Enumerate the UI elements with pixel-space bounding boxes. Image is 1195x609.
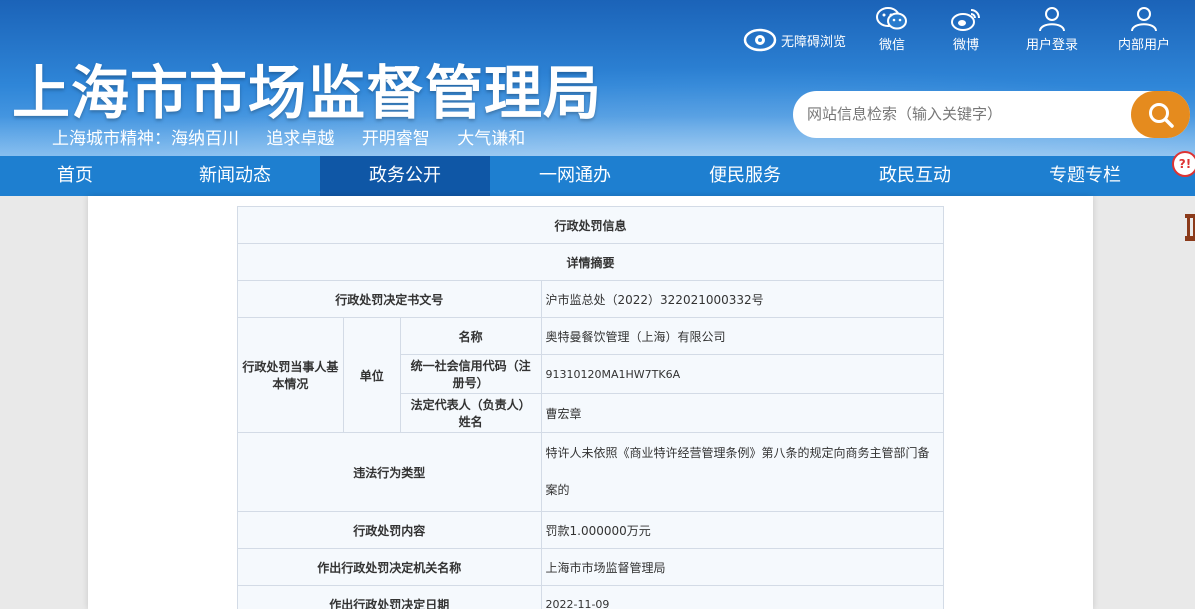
city-slogan: 上海城市精神：海纳百川 追求卓越 开明睿智 大气谦和 bbox=[52, 124, 547, 149]
nav-item-public-services[interactable]: 便民服务 bbox=[660, 156, 830, 196]
weibo-link[interactable]: 微博 bbox=[926, 6, 1006, 53]
nav-item-online-services[interactable]: 一网通办 bbox=[490, 156, 660, 196]
violation-type-value: 特许人未依照《商业特许经营管理条例》第八条的规定向商务主管部门备案的 bbox=[540, 432, 944, 512]
weibo-icon bbox=[951, 9, 980, 31]
nav-item-government-affairs[interactable]: 政务公开 bbox=[320, 156, 490, 196]
user-icon bbox=[1039, 7, 1065, 32]
table-summary-heading: 详情摘要 bbox=[237, 243, 944, 281]
penalty-label: 行政处罚内容 bbox=[237, 511, 542, 549]
slogan-part: 追求卓越 bbox=[266, 129, 335, 149]
credit-code-label: 统一社会信用代码（注册号） bbox=[399, 354, 542, 394]
eye-icon bbox=[743, 28, 777, 52]
search-box bbox=[793, 91, 1190, 138]
wechat-icon bbox=[876, 7, 907, 30]
nav-item-special-topics[interactable]: 专题专栏 bbox=[1000, 156, 1170, 196]
top-link-label: 用户登录 bbox=[1025, 38, 1078, 53]
penalty-info-table: 行政处罚信息 详情摘要 行政处罚决定书文号 沪市监总处（2022）3220210… bbox=[237, 206, 944, 609]
violation-type-label: 违法行为类型 bbox=[237, 432, 542, 512]
credit-code-value: 91310120MA1HW7TK6A bbox=[540, 354, 944, 394]
main-nav: 首页 新闻动态 政务公开 一网通办 便民服务 政民互动 专题专栏 bbox=[0, 156, 1195, 196]
name-value: 奥特曼餐饮管理（上海）有限公司 bbox=[540, 317, 944, 355]
date-value: 2022-11-09 bbox=[540, 585, 944, 609]
search-input[interactable] bbox=[807, 99, 1127, 129]
party-label: 行政处罚当事人基本情况 bbox=[237, 317, 344, 433]
authority-label: 作出行政处罚决定机关名称 bbox=[237, 548, 542, 586]
legal-rep-value: 曹宏章 bbox=[540, 393, 944, 433]
top-link-label: 微信 bbox=[878, 38, 905, 53]
internal-user-link[interactable]: 内部用户 bbox=[1104, 6, 1184, 53]
nav-item-home[interactable]: 首页 bbox=[0, 156, 150, 196]
table-title: 行政处罚信息 bbox=[237, 206, 944, 244]
accessibility-label: 无障碍浏览 bbox=[781, 34, 847, 50]
user-login-link[interactable]: 用户登录 bbox=[1012, 6, 1092, 53]
doc-no-value: 沪市监总处（2022）322021000332号 bbox=[540, 280, 944, 318]
building-icon[interactable] bbox=[1185, 210, 1195, 242]
date-label: 作出行政处罚决定日期 bbox=[237, 585, 542, 609]
wechat-link[interactable]: 微信 bbox=[852, 6, 932, 53]
nav-item-interaction[interactable]: 政民互动 bbox=[830, 156, 1000, 196]
site-title[interactable]: 上海市市场监督管理局 bbox=[12, 46, 602, 130]
search-icon bbox=[1148, 102, 1174, 128]
user-icon bbox=[1131, 7, 1157, 32]
doc-no-label: 行政处罚决定书文号 bbox=[237, 280, 542, 318]
help-icon: ?! bbox=[1178, 157, 1192, 171]
content-panel: 行政处罚信息 详情摘要 行政处罚决定书文号 沪市监总处（2022）3220210… bbox=[88, 196, 1093, 609]
unit-label: 单位 bbox=[342, 317, 401, 433]
slogan-part: 大气谦和 bbox=[457, 129, 526, 149]
top-link-label: 微博 bbox=[952, 38, 979, 53]
search-button[interactable] bbox=[1131, 91, 1190, 138]
top-link-label: 内部用户 bbox=[1117, 38, 1170, 53]
authority-value: 上海市市场监督管理局 bbox=[540, 548, 944, 586]
help-float-button[interactable]: ?! bbox=[1172, 151, 1195, 177]
slogan-part: 上海城市精神：海纳百川 bbox=[52, 129, 239, 149]
name-label: 名称 bbox=[399, 317, 542, 355]
slogan-part: 开明睿智 bbox=[361, 129, 430, 149]
nav-item-news[interactable]: 新闻动态 bbox=[150, 156, 320, 196]
site-header: 上海市市场监督管理局 上海城市精神：海纳百川 追求卓越 开明睿智 大气谦和 无障… bbox=[0, 0, 1195, 156]
legal-rep-label: 法定代表人（负责人）姓名 bbox=[399, 393, 542, 433]
penalty-value: 罚款1.000000万元 bbox=[540, 511, 944, 549]
accessibility-link[interactable]: 无障碍浏览 bbox=[743, 28, 846, 52]
